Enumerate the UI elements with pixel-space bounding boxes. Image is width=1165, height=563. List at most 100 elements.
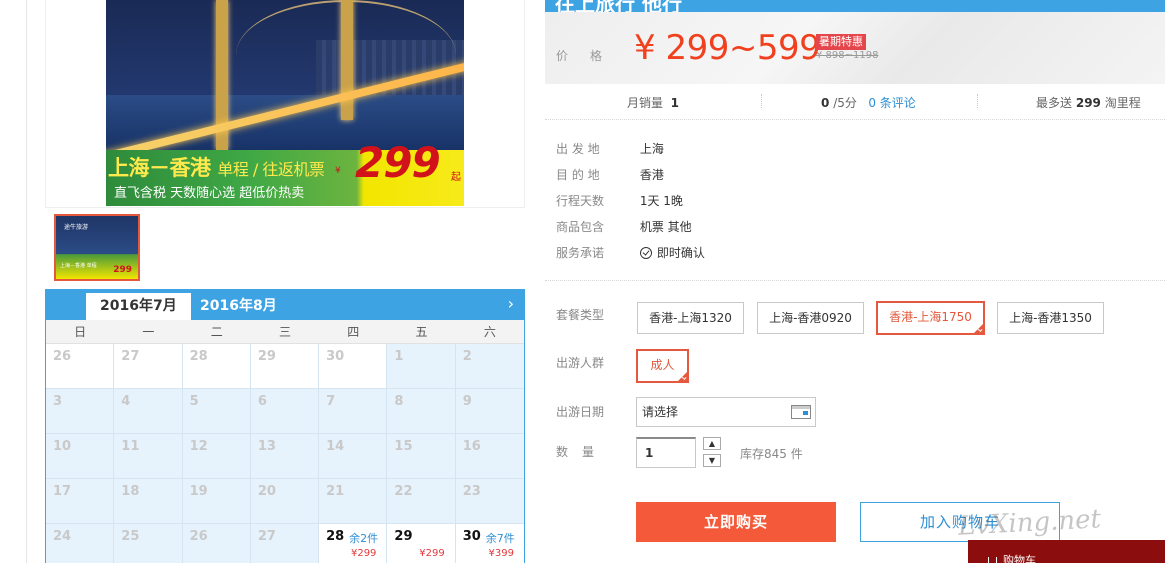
day-number: 2: [462, 349, 472, 364]
day-number: 9: [462, 394, 472, 409]
rating: 0 /5分 0 条评论: [821, 94, 916, 111]
check-circle-icon: [639, 247, 652, 259]
day-number: 4: [121, 394, 131, 409]
chevron-right-icon[interactable]: ›: [508, 294, 514, 314]
day-number: 26: [189, 529, 208, 544]
thumbnail-line: 上海－香港 单程: [60, 263, 97, 269]
traveler-adult-option[interactable]: 成人: [636, 349, 689, 383]
banner-price: 299: [355, 138, 441, 187]
weekday-header: 日 一 二 三 四 五 六: [46, 320, 524, 344]
floating-cart-bar[interactable]: 购物车: [968, 540, 1165, 563]
product-page: 上海－香港 单程 / 往返机票 直飞含税 天数随心选 超低价热卖 ¥ 299 起…: [0, 0, 1165, 563]
day-price: ¥299: [419, 548, 445, 559]
package-option[interactable]: 香港-上海1320: [637, 302, 744, 334]
info-duration: 行程天数 1天 1晚: [556, 192, 683, 209]
day-number: 29: [394, 529, 413, 544]
day-remaining: 余2件: [349, 532, 379, 545]
day-number: 19: [189, 484, 208, 499]
day-number: 28: [189, 349, 208, 364]
tab-august[interactable]: 2016年8月: [186, 293, 291, 320]
calendar-day: 1: [387, 344, 456, 389]
info-value: 即时确认: [656, 246, 705, 260]
main-product-image[interactable]: 上海－香港 单程 / 往返机票 直飞含税 天数随心选 超低价热卖 ¥ 299 起: [106, 0, 464, 206]
package-label: 套餐类型: [556, 308, 605, 322]
calendar-day-available[interactable]: 29 ¥299: [387, 524, 456, 563]
day-number: 13: [257, 439, 276, 454]
calendar-grid: 26 27 28 29 30 1 2 3 4 5 6 7 8 9 10 11 12 13 14 15 16 17 18 19 2…: [46, 344, 524, 563]
calendar-day-available[interactable]: 28 余2件 ¥299: [319, 524, 388, 563]
day-remaining: 余7件: [485, 532, 515, 545]
day-number: 29: [257, 349, 276, 364]
traveler-group-label: 出游人群: [556, 356, 605, 370]
original-price: ¥ 898~1198: [816, 50, 879, 61]
banner-currency: ¥: [335, 166, 341, 176]
info-label: 目 的 地: [556, 168, 600, 182]
info-destination: 目 的 地 香港: [556, 166, 664, 183]
day-number: 14: [326, 439, 345, 454]
calendar-day: 6: [250, 389, 320, 434]
calendar-day: 30: [319, 344, 388, 389]
left-border: [26, 0, 27, 563]
travel-date-input[interactable]: 请选择: [636, 397, 816, 427]
buy-now-button[interactable]: 立即购买: [636, 502, 836, 542]
day-number: 27: [257, 529, 276, 544]
cart-icon: [988, 557, 997, 563]
calendar-day: 13: [250, 434, 320, 479]
day-number: 23: [462, 484, 481, 499]
info-departure: 出 发 地 上海: [556, 140, 664, 157]
calendar-day: 26: [182, 524, 251, 563]
floating-cart-label: 购物车: [1003, 554, 1036, 563]
gallery-thumbnail[interactable]: 途牛旅游 上海－香港 单程 299: [54, 214, 140, 281]
monthly-sales-label: 月销量: [627, 96, 664, 110]
calendar-icon[interactable]: [791, 405, 811, 419]
calendar-day: 16: [455, 434, 524, 479]
calendar-day: 4: [114, 389, 183, 434]
quantity-input[interactable]: 1: [636, 437, 696, 468]
tab-july[interactable]: 2016年7月: [86, 293, 191, 320]
weekday-label: 一: [142, 325, 155, 339]
day-price: ¥399: [488, 548, 514, 559]
travel-date-label: 出游日期: [556, 405, 605, 419]
package-option[interactable]: 上海-香港1350: [997, 302, 1104, 334]
miles-value: 299: [1075, 96, 1101, 110]
info-label: 行程天数: [556, 194, 605, 208]
quantity-label: 数 量: [556, 445, 596, 459]
calendar-day: 15: [387, 434, 456, 479]
sales-stats: 月销量 1 0 /5分 0 条评论 最多送 299 淘里程: [545, 84, 1165, 120]
info-label: 商品包含: [556, 220, 605, 234]
day-number: 5: [189, 394, 199, 409]
weekday-label: 五: [415, 325, 428, 339]
day-number: 10: [53, 439, 72, 454]
weekday-label: 四: [347, 325, 360, 339]
calendar-day: 14: [319, 434, 388, 479]
calendar-day: 28: [182, 344, 251, 389]
miles-suffix: 淘里程: [1104, 96, 1141, 110]
banner-tagline: 直飞含税 天数随心选 超低价热卖: [114, 186, 305, 201]
calendar-day: 27: [114, 344, 183, 389]
day-number: 1: [394, 349, 404, 364]
calendar-day: 9: [455, 389, 524, 434]
increment-button[interactable]: ▲: [703, 437, 721, 450]
day-number: 16: [462, 439, 481, 454]
banner-suffix: 起: [451, 172, 461, 183]
banner-subtitle: 单程 / 往返机票: [217, 160, 325, 179]
day-number: 6: [257, 394, 267, 409]
info-value: 1天 1晚: [639, 194, 683, 208]
calendar-day: 5: [182, 389, 251, 434]
day-number: 7: [326, 394, 336, 409]
calendar-day: 3: [46, 389, 115, 434]
watermark: LvXing.net: [957, 504, 1102, 542]
price-label: 价格: [556, 49, 625, 63]
package-option-selected[interactable]: 香港-上海1750: [876, 301, 985, 335]
day-number: 30: [462, 529, 481, 544]
calendar-day: 12: [182, 434, 251, 479]
reviews-link[interactable]: 0 条评论: [868, 96, 915, 110]
day-number: 15: [394, 439, 413, 454]
decrement-button[interactable]: ▼: [703, 454, 721, 467]
day-number: 12: [189, 439, 208, 454]
calendar-day-available[interactable]: 30 余7件 ¥399: [455, 524, 524, 563]
calendar-day: 23: [455, 479, 524, 524]
day-number: 25: [121, 529, 140, 544]
info-service: 服务承诺 即时确认: [556, 244, 705, 261]
package-option[interactable]: 上海-香港0920: [757, 302, 864, 334]
